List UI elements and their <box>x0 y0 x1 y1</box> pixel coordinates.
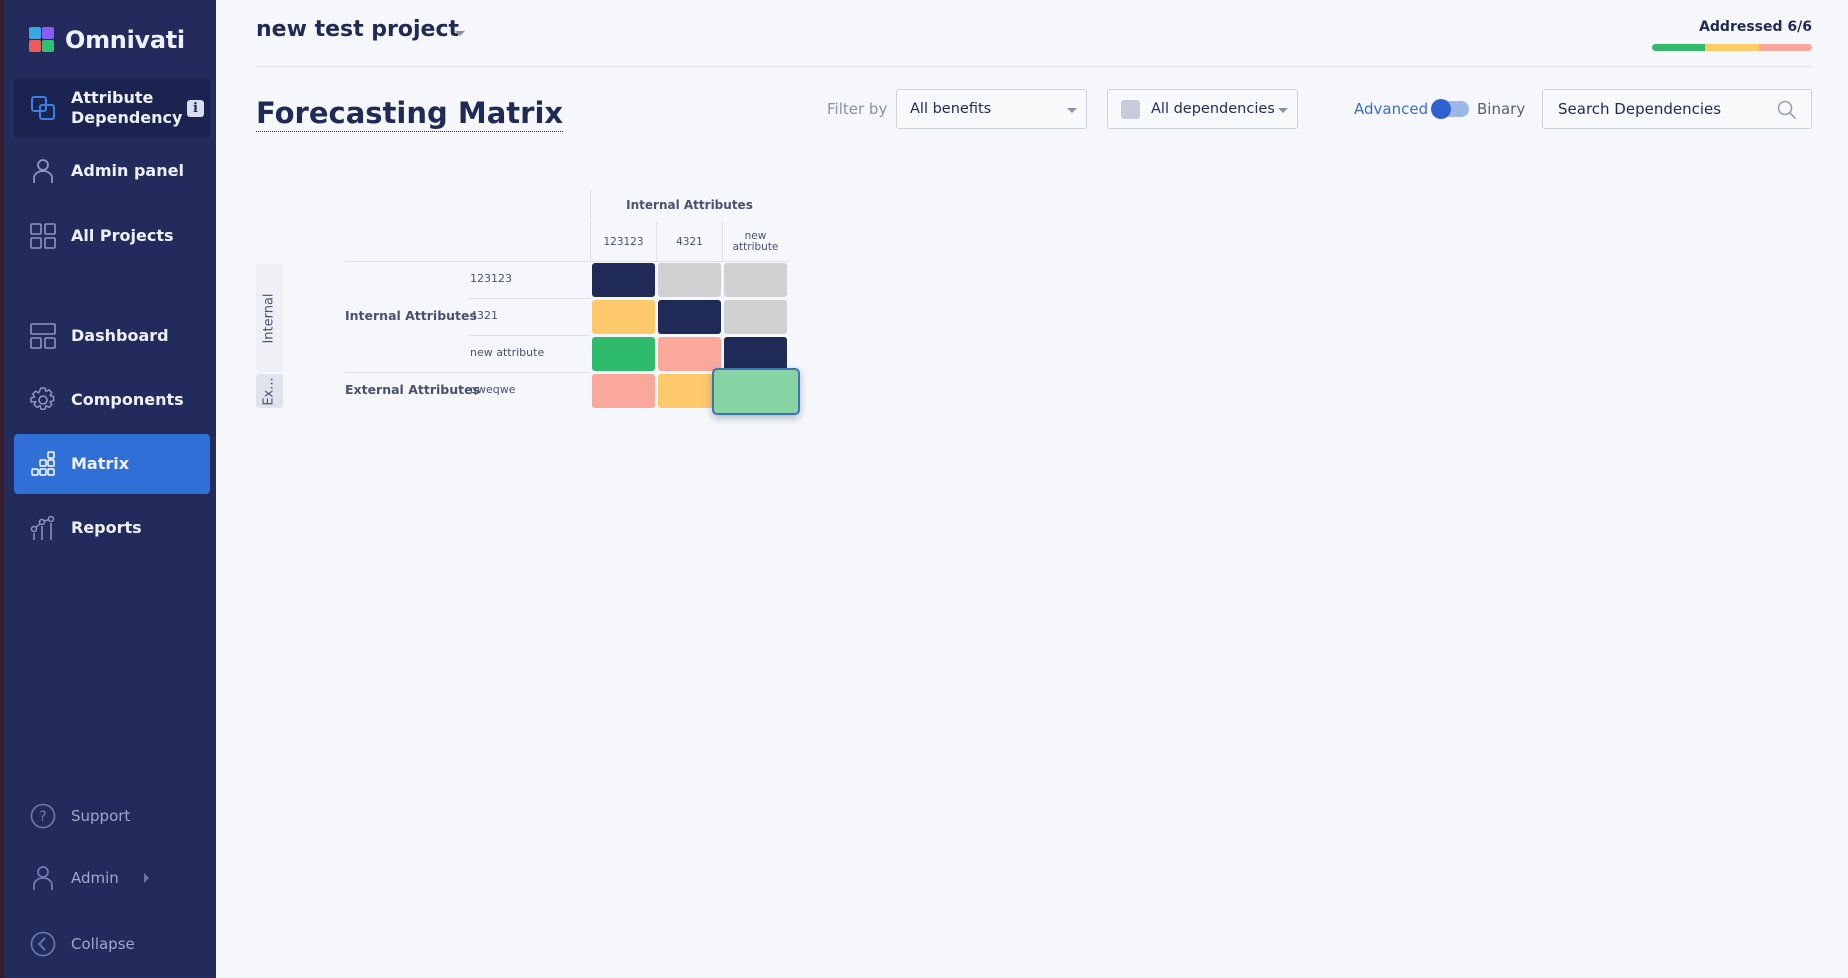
progress-segment <box>1652 44 1706 51</box>
sidebar-item-admin[interactable]: Admin <box>14 848 210 908</box>
dashboard-icon <box>30 323 56 349</box>
row-divider <box>345 261 788 262</box>
sidebar-item-support[interactable]: ? Support <box>14 786 210 846</box>
reports-icon <box>30 515 56 541</box>
tab-external[interactable]: Ex... <box>256 374 283 408</box>
dependencies-select-value: All dependencies <box>1151 101 1275 117</box>
benefits-select[interactable]: All benefits <box>896 89 1087 129</box>
chevron-right-icon <box>144 873 149 883</box>
sidebar-item-components[interactable]: Components <box>14 370 210 430</box>
sidebar-item-label: Collapse <box>71 935 135 953</box>
logo-text: Omnivati <box>65 26 185 54</box>
sidebar-item-all-projects[interactable]: All Projects <box>14 206 210 266</box>
row-header: qweqwe <box>470 383 516 396</box>
filter-label: Filter by <box>827 100 888 118</box>
search-input[interactable] <box>1558 100 1768 118</box>
row-group-header: Internal Attributes <box>345 308 477 323</box>
sidebar-item-attribute-dependency[interactable]: Attribute Dependency i <box>14 78 210 138</box>
matrix-cell[interactable] <box>592 263 655 297</box>
progress-segment <box>1758 44 1812 51</box>
row-divider <box>345 372 590 373</box>
sidebar-item-matrix[interactable]: Matrix <box>14 434 210 494</box>
sidebar-item-admin-panel[interactable]: Admin panel <box>14 141 210 201</box>
matrix-cell[interactable] <box>724 300 787 334</box>
column-header: 123123 <box>590 222 656 262</box>
sidebar-item-label: Matrix <box>71 454 130 473</box>
sidebar-item-label: Admin <box>71 869 119 887</box>
matrix-cell[interactable] <box>724 263 787 297</box>
chevron-down-icon[interactable] <box>455 31 465 36</box>
advanced-binary-toggle[interactable] <box>1431 99 1469 119</box>
addressed-label: Addressed 6/6 <box>1699 19 1812 35</box>
page-title: Forecasting Matrix <box>256 96 564 132</box>
matrix-cell[interactable] <box>592 300 655 334</box>
grid-icon <box>30 223 56 249</box>
sidebar-item-label: Components <box>71 390 184 409</box>
matrix-cell[interactable] <box>658 300 721 334</box>
sidebar-item-label: Attribute Dependency <box>71 88 183 127</box>
row-group-header: External Attributes <box>345 382 481 397</box>
toggle-label-binary[interactable]: Binary <box>1477 100 1525 118</box>
chevron-down-icon <box>1067 108 1077 113</box>
sidebar: Omnivati Attribute Dependency i Admin pan… <box>4 0 216 978</box>
svg-text:?: ? <box>39 809 46 825</box>
sidebar-item-collapse[interactable]: Collapse <box>14 914 210 974</box>
matrix-cell[interactable] <box>592 374 655 408</box>
sidebar-item-label: All Projects <box>71 226 174 245</box>
benefits-select-value: All benefits <box>910 101 992 117</box>
row-header: 4321 <box>470 309 498 322</box>
layers-icon <box>30 95 56 121</box>
sidebar-item-label: Support <box>71 807 131 825</box>
logo[interactable]: Omnivati <box>29 26 185 54</box>
matrix-cell[interactable] <box>658 263 721 297</box>
column-header: 4321 <box>656 222 722 262</box>
chevron-left-circle-icon <box>30 931 56 957</box>
row-divider <box>468 298 590 299</box>
progress-segment <box>1705 44 1759 51</box>
column-header: new attribute <box>722 222 788 262</box>
matrix-icon <box>30 451 56 477</box>
row-header: new attribute <box>470 346 545 359</box>
search-icon[interactable] <box>1777 100 1797 120</box>
sidebar-item-dashboard[interactable]: Dashboard <box>14 306 210 366</box>
info-icon[interactable]: i <box>187 99 204 117</box>
sidebar-item-reports[interactable]: Reports <box>14 498 210 558</box>
tab-internal[interactable]: Internal <box>256 264 283 372</box>
toggle-knob <box>1431 99 1451 119</box>
dependencies-checkbox[interactable] <box>1121 99 1140 119</box>
chevron-down-icon <box>1278 108 1288 113</box>
sidebar-item-label: Reports <box>71 518 142 537</box>
project-title[interactable]: new test project <box>256 17 459 42</box>
matrix-cell[interactable] <box>592 337 655 371</box>
user-icon <box>30 865 56 891</box>
matrix-cell[interactable] <box>712 368 800 415</box>
help-circle-icon: ? <box>30 803 56 829</box>
sidebar-item-label: Admin panel <box>71 161 184 180</box>
sidebar-item-label: Dashboard <box>71 326 169 345</box>
addressed-progress-bar <box>1652 44 1812 51</box>
row-divider <box>468 335 590 336</box>
toggle-label-advanced[interactable]: Advanced <box>1354 100 1428 118</box>
search-dependencies <box>1542 89 1812 129</box>
logo-mark-icon <box>29 27 55 53</box>
matrix-cell[interactable] <box>658 337 721 371</box>
user-icon <box>30 158 56 184</box>
header-divider <box>256 66 1812 67</box>
dependencies-select[interactable]: All dependencies <box>1107 89 1298 129</box>
gear-icon <box>30 387 56 413</box>
column-group-header: Internal Attributes <box>590 190 788 220</box>
matrix-cell[interactable] <box>724 337 787 371</box>
row-header: 123123 <box>470 272 512 285</box>
